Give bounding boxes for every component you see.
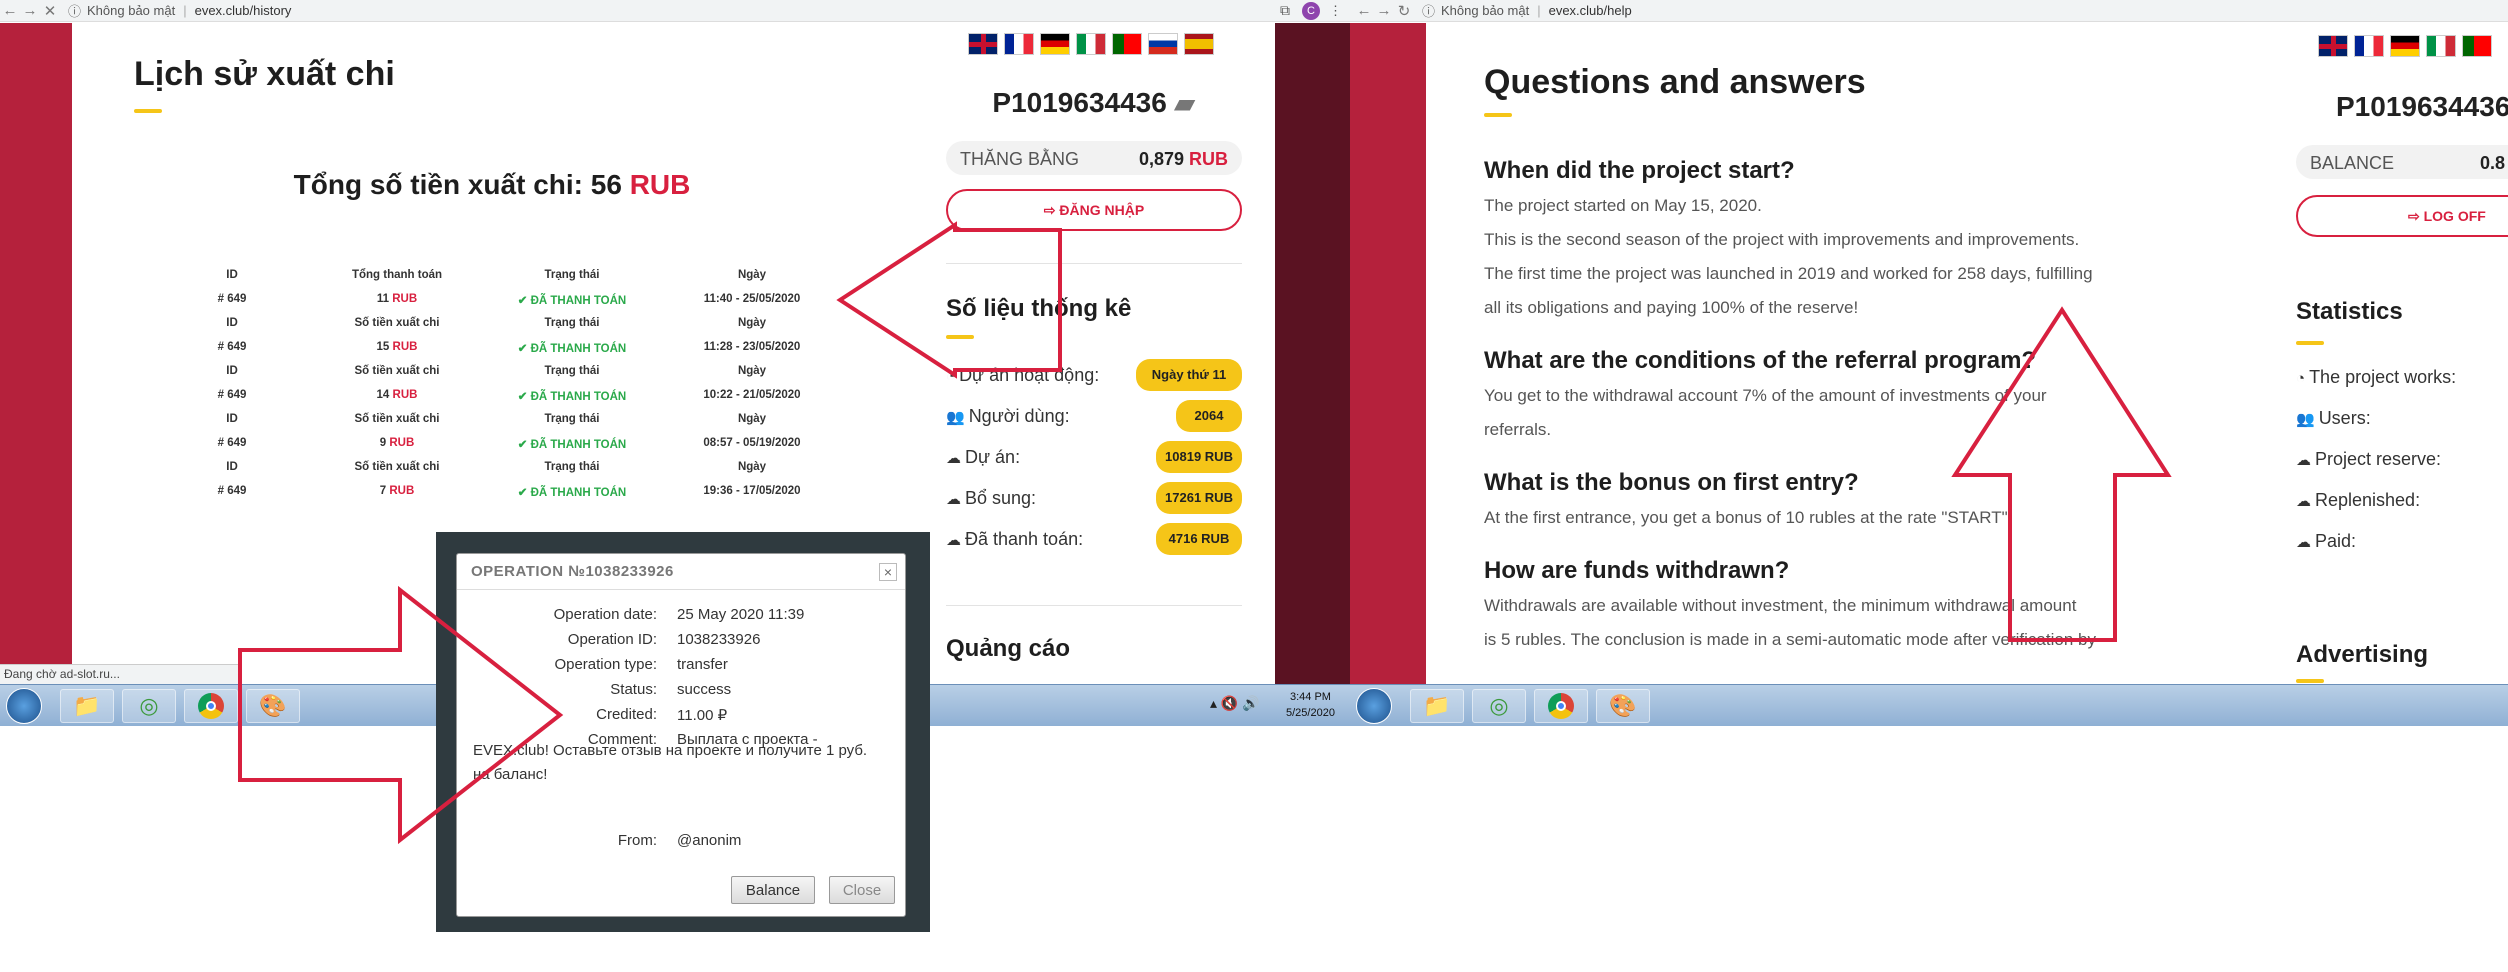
arrow-left [836,221,1062,379]
arrow-up [1951,306,2172,642]
arrow-right [238,585,564,845]
annotation-arrows [238,221,2172,845]
